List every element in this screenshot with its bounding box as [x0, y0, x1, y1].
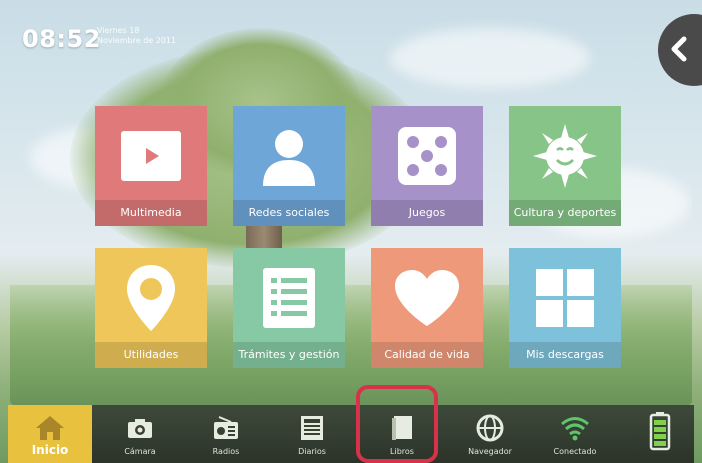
dock-item-navegador[interactable]: Navegador — [448, 405, 532, 463]
tile-multimedia[interactable]: Multimedia — [95, 106, 207, 226]
heart-icon — [371, 262, 483, 334]
dock-item-battery — [618, 405, 702, 463]
tile-label: Redes sociales — [233, 200, 345, 226]
document-list-icon — [233, 262, 345, 334]
dock-item-diarios[interactable]: Diarios — [270, 405, 354, 463]
tile-label: Utilidades — [95, 342, 207, 368]
tile-label: Trámites y gestión — [233, 342, 345, 368]
date-text: Viernes 18 Noviembre de 2011 — [97, 26, 176, 46]
tile-label: Multimedia — [95, 200, 207, 226]
dock-label: Cámara — [124, 447, 156, 456]
play-icon — [95, 120, 207, 192]
tile-label: Cultura y deportes — [509, 200, 621, 226]
tile-juegos[interactable]: Juegos — [371, 106, 483, 226]
dock-label: Diarios — [298, 447, 326, 456]
home-icon — [8, 413, 92, 443]
tile-utilidades[interactable]: Utilidades — [95, 248, 207, 368]
wifi-icon — [533, 413, 617, 443]
chevron-left-icon — [671, 36, 687, 62]
person-icon — [233, 120, 345, 192]
dock-item-inicio[interactable]: Inicio — [8, 405, 92, 463]
map-pin-icon — [95, 262, 207, 334]
launcher-screen: 08:52 Viernes 18 Noviembre de 2011 Multi… — [0, 0, 702, 463]
dock-label: Inicio — [31, 443, 69, 457]
taskbar: Inicio Cámara Radios Diarios Libros Nave… — [8, 405, 694, 463]
date-line-1: Viernes 18 — [97, 26, 140, 35]
tile-label: Mis descargas — [509, 342, 621, 368]
tile-label: Calidad de vida — [371, 342, 483, 368]
newspaper-icon — [270, 413, 354, 443]
dock-item-radios[interactable]: Radios — [184, 405, 268, 463]
dock-item-conectado[interactable]: Conectado — [533, 405, 617, 463]
tile-mis-descargas[interactable]: Mis descargas — [509, 248, 621, 368]
date-line-2: Noviembre de 2011 — [97, 36, 177, 45]
dock-label: Navegador — [468, 447, 512, 456]
tile-tramites-y-gestion[interactable]: Trámites y gestión — [233, 248, 345, 368]
tile-calidad-de-vida[interactable]: Calidad de vida — [371, 248, 483, 368]
camera-icon — [98, 413, 182, 443]
tile-redes-sociales[interactable]: Redes sociales — [233, 106, 345, 226]
clock-time: 08:52 — [22, 25, 101, 53]
radio-icon — [184, 413, 268, 443]
dock-label: Radios — [212, 447, 240, 456]
dice-icon — [371, 120, 483, 192]
tile-cultura-y-deportes[interactable]: Cultura y deportes — [509, 106, 621, 226]
grid-icon — [509, 262, 621, 334]
dock-label: Conectado — [553, 447, 597, 456]
sun-mask-icon — [509, 120, 621, 192]
dock-item-camara[interactable]: Cámara — [98, 405, 182, 463]
selection-highlight — [356, 385, 438, 463]
globe-icon — [448, 413, 532, 443]
tile-label: Juegos — [371, 200, 483, 226]
battery-icon — [618, 411, 702, 451]
